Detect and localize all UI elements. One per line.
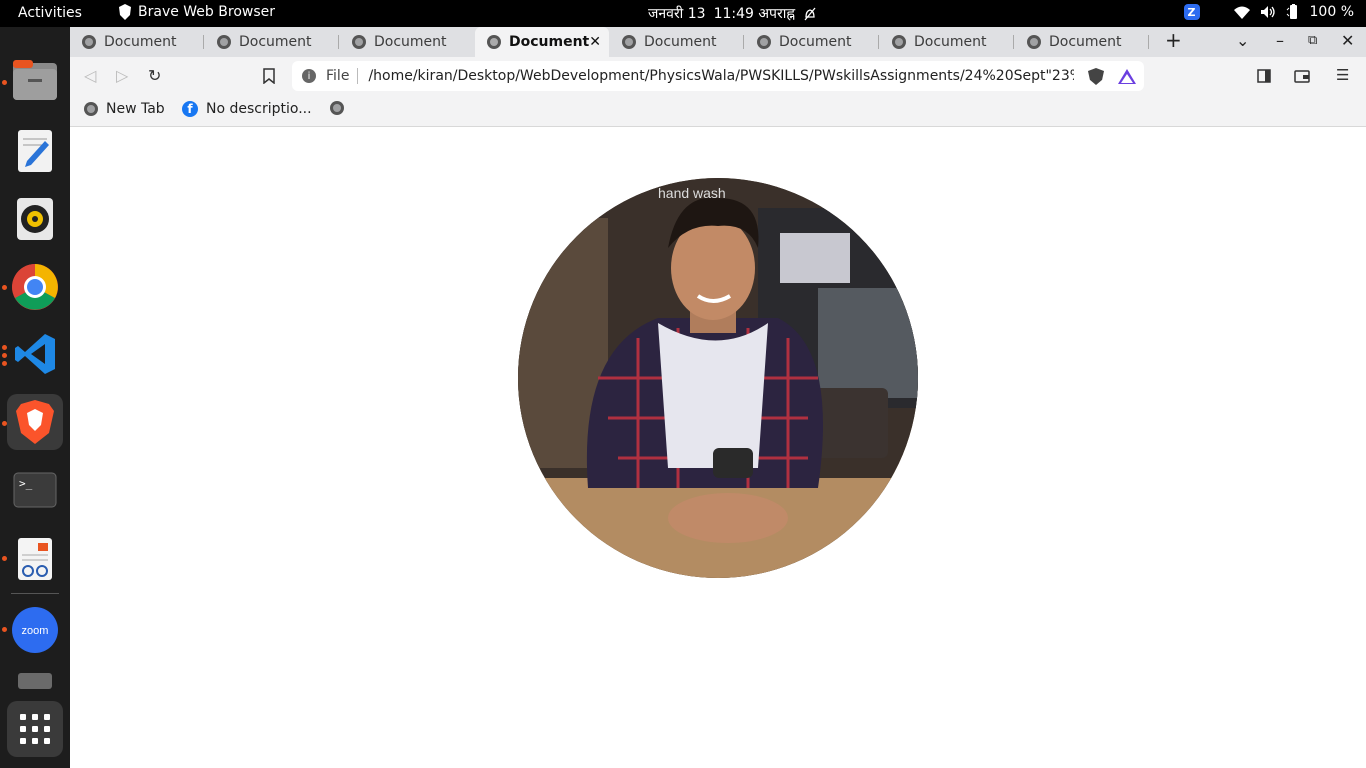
dock-chrome[interactable] (7, 259, 63, 315)
show-apps-button[interactable] (7, 701, 63, 757)
bookmarks-bar: New Tab f No descriptio... (70, 95, 1366, 127)
dock-files[interactable] (7, 52, 63, 108)
clock[interactable]: जनवरी 13 11:49 अपराह्न (648, 4, 817, 23)
browser-window: Document Document Document Document ✕ Doc… (70, 27, 1366, 768)
tab[interactable]: Document (1015, 27, 1149, 57)
globe-icon (757, 35, 771, 49)
trash-icon (18, 673, 52, 689)
tab[interactable]: Document (340, 27, 474, 57)
app-menu[interactable]: Brave Web Browser (118, 4, 275, 20)
terminal-icon: >_ (13, 472, 57, 508)
dock-brave[interactable] (7, 394, 63, 450)
date-label: जनवरी 13 (648, 6, 706, 22)
battery-percent: 100 % (1309, 4, 1354, 20)
brave-lion-icon (119, 4, 131, 20)
brave-rewards-icon[interactable] (1118, 69, 1136, 84)
dock-rhythmbox[interactable] (7, 191, 63, 247)
tab-label: Document (644, 34, 717, 50)
system-tray[interactable]: Z 100 % (1183, 4, 1354, 20)
wifi-icon (1233, 6, 1250, 19)
dock-trash[interactable] (7, 669, 63, 693)
bookmark-facebook[interactable]: f No descriptio... (182, 101, 312, 117)
dock: >_ zoom (0, 27, 70, 768)
tab[interactable]: Document (70, 27, 204, 57)
dock-zoom[interactable]: zoom (7, 602, 63, 658)
time-label: 11:49 अपराह्न (713, 6, 796, 22)
bookmark-new-tab[interactable]: New Tab (84, 101, 165, 117)
rhythmbox-icon (17, 198, 53, 240)
forward-icon[interactable]: ▷ (116, 66, 128, 85)
globe-icon (84, 102, 98, 116)
tab-label: Document (239, 34, 312, 50)
sidebar-icon[interactable] (1257, 69, 1271, 83)
top-bar: Activities Brave Web Browser जनवरी 13 11… (0, 0, 1366, 27)
close-window-icon[interactable]: ✕ (1341, 31, 1354, 50)
notifications-muted-icon (804, 7, 816, 20)
new-tab-icon[interactable]: + (1165, 28, 1182, 52)
chrome-icon (12, 264, 58, 310)
globe-icon (330, 101, 344, 115)
dock-vscode[interactable] (7, 326, 63, 382)
dock-document-viewer[interactable] (7, 531, 63, 587)
site-info-icon[interactable]: i (302, 69, 316, 83)
menu-icon[interactable]: ☰ (1336, 66, 1349, 84)
globe-icon (487, 35, 501, 49)
globe-icon (622, 35, 636, 49)
tab[interactable]: Document (880, 27, 1014, 57)
brave-shields-icon[interactable] (1088, 68, 1104, 85)
tab-search-chevron-icon[interactable]: ⌄ (1236, 31, 1249, 50)
back-icon[interactable]: ◁ (84, 66, 96, 85)
tab[interactable]: Document (205, 27, 339, 57)
bookmark-label: No descriptio... (206, 101, 312, 117)
wallet-icon[interactable] (1294, 69, 1310, 83)
tab-label: Document (374, 34, 447, 50)
url-text: /home/kiran/Desktop/WebDevelopment/Physi… (368, 68, 1075, 84)
zoom-icon: zoom (12, 607, 58, 653)
svg-text:>_: >_ (19, 477, 33, 490)
tab-label: Document (104, 34, 177, 50)
tab[interactable]: Document (610, 27, 744, 57)
svg-text:zoom: zoom (22, 625, 49, 637)
address-bar[interactable]: i File /home/kiran/Desktop/WebDevelopmen… (292, 61, 1144, 91)
text-editor-icon (18, 130, 52, 172)
globe-icon (892, 35, 906, 49)
files-icon (13, 60, 57, 100)
battery-icon (1286, 4, 1297, 19)
activities-button[interactable]: Activities (18, 5, 82, 21)
brave-icon (16, 400, 54, 444)
show-apps-icon (20, 714, 50, 744)
restore-icon[interactable]: ⧉ (1308, 33, 1317, 48)
close-tab-icon[interactable]: ✕ (589, 34, 601, 50)
reload-icon[interactable]: ↻ (148, 66, 161, 85)
url-protocol: File (326, 68, 359, 84)
volume-icon (1260, 6, 1275, 18)
facebook-icon: f (182, 101, 198, 117)
tab-label: Document (1049, 34, 1122, 50)
globe-icon (352, 35, 366, 49)
dock-separator (11, 593, 59, 594)
photo-sign-text: hand wash (658, 185, 726, 201)
globe-icon (82, 35, 96, 49)
tab-label: Document (779, 34, 852, 50)
dock-text-editor[interactable] (7, 123, 63, 179)
tab-strip: Document Document Document Document ✕ Doc… (70, 27, 1366, 57)
page-content: hand wash (70, 128, 1366, 768)
bookmark-label: New Tab (106, 101, 165, 117)
bookmark-icon[interactable] (263, 68, 275, 84)
tab[interactable]: Document (745, 27, 879, 57)
toolbar: ◁ ▷ ↻ i File /home/kiran/Desktop/WebDeve… (70, 57, 1366, 95)
minimize-icon[interactable]: – (1276, 31, 1284, 50)
tab-label: Document (914, 34, 987, 50)
tab-label: Document (509, 34, 590, 50)
globe-icon (1027, 35, 1041, 49)
bookmark-globe[interactable] (330, 101, 344, 115)
app-name: Brave Web Browser (138, 4, 275, 20)
globe-icon (217, 35, 231, 49)
dock-terminal[interactable]: >_ (7, 462, 63, 518)
document-viewer-icon (18, 538, 52, 580)
vscode-icon (15, 334, 55, 374)
zoom-tray-icon[interactable]: Z (1183, 4, 1200, 20)
profile-photo: hand wash (518, 178, 918, 578)
tab-active[interactable]: Document ✕ (475, 27, 609, 57)
